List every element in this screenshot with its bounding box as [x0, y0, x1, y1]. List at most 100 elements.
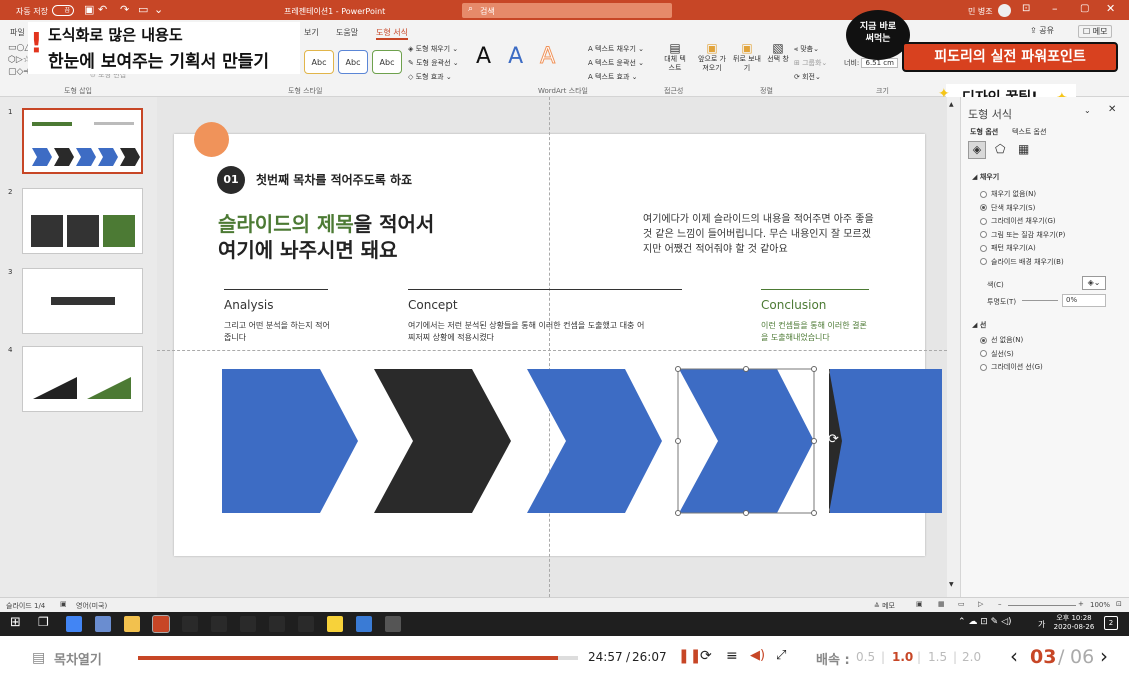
notification-button[interactable]: 2 [1104, 616, 1118, 630]
fill-line-icon[interactable]: ◈ [968, 141, 986, 159]
fill-option-label: 그라데이션 채우기(G) [991, 217, 1056, 225]
chevron-3[interactable] [527, 369, 662, 513]
menu-icon[interactable]: ≡ [726, 648, 738, 664]
line-section-header[interactable]: ◢ 선 [972, 320, 986, 330]
slide-sorter-icon[interactable]: ▦ [938, 600, 945, 608]
fill-option[interactable]: 채우기 없음(N) [980, 189, 1036, 199]
normal-view-icon[interactable]: ▣ [916, 600, 923, 608]
radio-button[interactable] [980, 190, 987, 198]
resize-handle-bl[interactable] [675, 510, 681, 516]
rotate-handle-icon[interactable]: ⟳ [828, 432, 839, 447]
taskbar-app-icon[interactable] [182, 616, 198, 632]
taskbar-app-icon[interactable] [269, 616, 285, 632]
fill-section-header[interactable]: ◢ 채우기 [972, 172, 999, 182]
fill-option[interactable]: 그림 또는 질감 채우기(P) [980, 230, 1065, 240]
radio-button[interactable] [980, 231, 987, 238]
fit-slide-icon[interactable]: ⊡ [1116, 600, 1122, 608]
slide-count[interactable]: 슬라이드 1/4 [6, 601, 45, 611]
resize-handle-br[interactable] [811, 510, 817, 516]
speed-option[interactable]: 2.0 [962, 650, 981, 664]
pane-tab-shape-options[interactable]: 도형 옵션 [970, 127, 998, 137]
line-option[interactable]: 실선(S) [980, 349, 1014, 359]
system-tray-icons[interactable]: ⌃ ☁ ⊡ ✎ ◁) [958, 617, 1012, 627]
fullscreen-icon[interactable]: ⤢ [776, 648, 786, 663]
fill-option[interactable]: 패턴 채우기(A) [980, 243, 1036, 253]
toc-icon[interactable]: ▤ [32, 650, 45, 666]
taskbar-app-icon[interactable] [385, 616, 401, 632]
clock-date[interactable]: 2020-08-26 [1052, 623, 1096, 631]
pane-close-icon[interactable]: ✕ [1108, 104, 1116, 115]
language[interactable]: 영어(미국) [76, 601, 107, 611]
resize-handle-b[interactable] [743, 510, 749, 516]
radio-button[interactable] [980, 204, 987, 211]
fill-option[interactable]: 단색 채우기(S) [980, 203, 1035, 213]
notes-icon: ≙ [874, 602, 883, 610]
resize-handle-r[interactable] [811, 438, 817, 444]
size-properties-icon[interactable]: ▦ [1018, 142, 1029, 156]
pause-icon[interactable]: ❚❚ [678, 648, 701, 664]
fill-option[interactable]: 그라데이션 채우기(G) [980, 216, 1056, 226]
line-option[interactable]: 선 없음(N) [980, 335, 1023, 345]
transparency-slider[interactable] [1022, 300, 1058, 301]
zoom-level[interactable]: 100% [1090, 601, 1110, 609]
notes-button[interactable]: ≙ 메모 [874, 601, 895, 611]
taskbar-app-icon[interactable] [124, 616, 140, 632]
resize-handle-t[interactable] [743, 366, 749, 372]
chevron-5[interactable] [830, 369, 942, 513]
radio-button[interactable] [980, 363, 987, 371]
zoom-in-icon[interactable]: + [1078, 600, 1084, 608]
windows-start-icon[interactable]: ⊞ [10, 615, 21, 630]
zoom-out-icon[interactable]: – [998, 600, 1002, 608]
taskbar-app-icon[interactable] [95, 616, 111, 632]
radio-button[interactable] [980, 258, 987, 265]
progress-track[interactable] [138, 656, 578, 660]
slideshow-view-icon[interactable]: ▷ [978, 600, 983, 608]
reading-view-icon[interactable]: ▭ [958, 600, 965, 608]
speed-option[interactable]: 1.0 [892, 650, 913, 664]
pane-tab-text-options[interactable]: 텍스트 옵션 [1012, 127, 1046, 137]
spellcheck-icon[interactable]: ▣ [60, 600, 67, 608]
radio-button[interactable] [980, 350, 987, 357]
fill-option-label: 단색 채우기(S) [991, 203, 1036, 212]
taskbar-app-icon[interactable] [298, 616, 314, 632]
chevron-4[interactable] [679, 369, 814, 513]
chevron-1[interactable] [222, 369, 358, 513]
prev-page-icon[interactable]: ‹ [1010, 644, 1018, 668]
speed-option[interactable]: 1.5 [928, 650, 947, 664]
radio-button[interactable] [980, 217, 987, 225]
color-picker-button[interactable]: ◈⌄ [1082, 276, 1106, 290]
effects-icon[interactable]: ⬠ [995, 142, 1005, 156]
volume-icon[interactable]: ◀) [750, 648, 765, 663]
transparency-input[interactable]: 0% [1062, 294, 1106, 307]
pane-options-icon[interactable]: ⌄ [1084, 106, 1091, 115]
radio-button[interactable] [980, 336, 987, 344]
clock-time[interactable]: 오후 10:28 [1054, 613, 1094, 623]
line-option[interactable]: 그라데이션 선(G) [980, 362, 1043, 372]
toc-label[interactable]: 목차열기 [54, 649, 102, 668]
taskbar-app-icon[interactable] [240, 616, 256, 632]
resize-handle-l[interactable] [675, 438, 681, 444]
notes-label: 메모 [882, 602, 895, 610]
radio-button[interactable] [980, 244, 987, 252]
taskbar-app-icon[interactable] [211, 616, 227, 632]
ime-indicator[interactable]: 가 [1038, 619, 1045, 630]
speed-option[interactable]: 0.5 [856, 650, 875, 664]
chevron-2[interactable] [374, 369, 511, 513]
speed-separator: | [953, 650, 958, 664]
resize-handle-tl[interactable] [675, 366, 681, 372]
task-view-icon[interactable]: ❐ [38, 615, 49, 629]
taskbar-app-icon[interactable] [356, 616, 372, 632]
taskbar-app-icon[interactable] [152, 615, 170, 633]
replay-icon[interactable]: ⟳ [700, 648, 712, 664]
taskbar-app-icon[interactable] [66, 616, 82, 632]
time-separator: / [626, 650, 631, 664]
resize-handle-tr[interactable] [811, 366, 817, 372]
page-total: 06 [1070, 646, 1095, 668]
status-bar: 슬라이드 1/4 ▣ 영어(미국) ≙ 메모 ▣ ▦ ▭ ▷ – + 100% … [0, 597, 1129, 612]
line-option-label: 실선(S) [991, 349, 1014, 358]
fill-option[interactable]: 슬라이드 배경 채우기(B) [980, 257, 1064, 267]
page-separator: / [1058, 646, 1065, 668]
next-page-icon[interactable]: › [1100, 644, 1108, 668]
taskbar-app-icon[interactable] [327, 616, 343, 632]
zoom-slider[interactable] [1008, 605, 1076, 606]
